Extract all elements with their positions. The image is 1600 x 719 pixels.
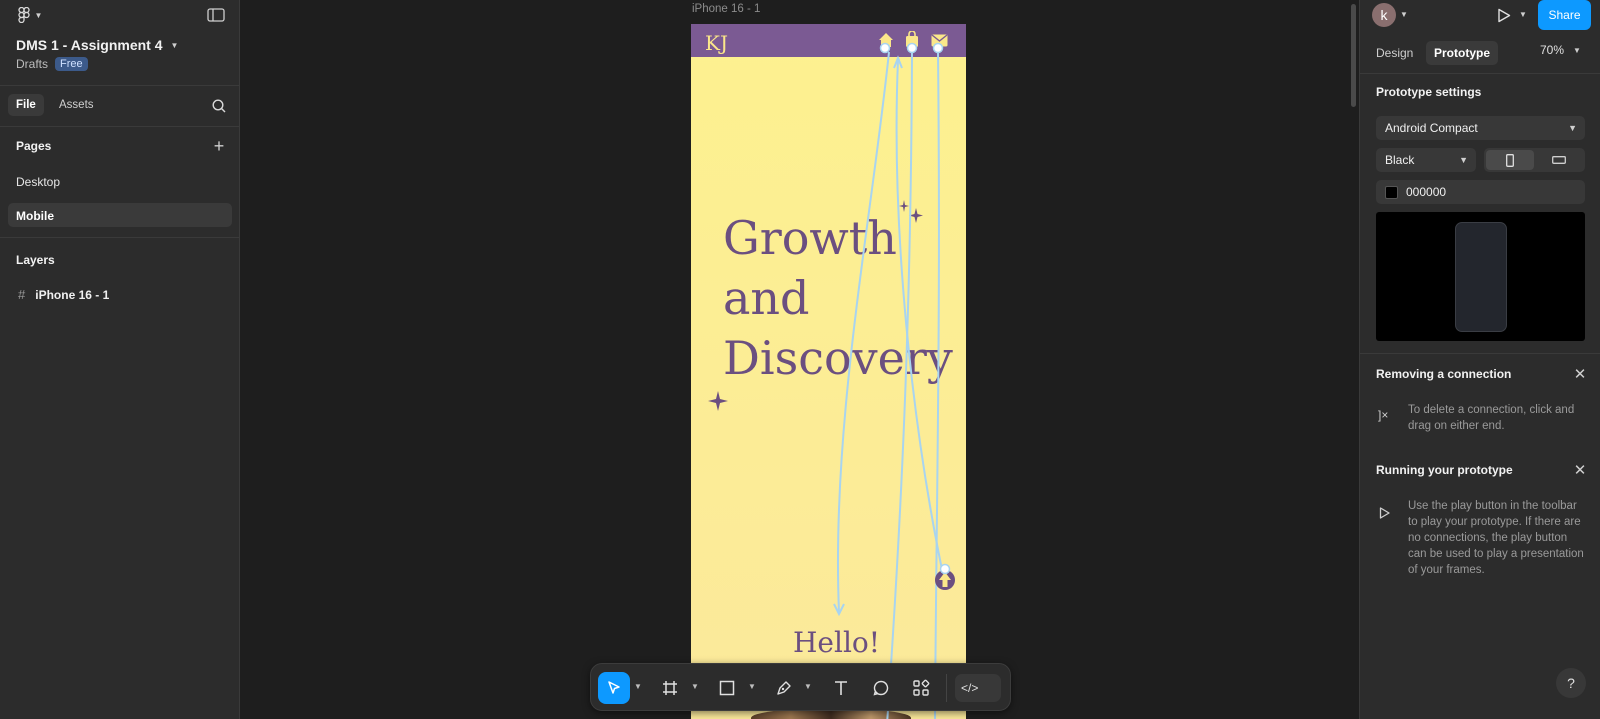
background-color-field[interactable]: 000000 bbox=[1376, 180, 1585, 204]
avatar[interactable]: k bbox=[1372, 3, 1396, 27]
search-icon bbox=[212, 99, 226, 113]
device-color-select[interactable]: Black ▼ bbox=[1376, 148, 1476, 172]
background-hex: 000000 bbox=[1406, 185, 1447, 199]
play-icon bbox=[1498, 8, 1511, 22]
close-tip-button[interactable]: ✕ bbox=[1572, 462, 1588, 479]
comment-tool-button[interactable] bbox=[865, 672, 897, 704]
sidebar-icon bbox=[207, 8, 225, 22]
shape-tool-button[interactable] bbox=[711, 672, 743, 704]
chevron-down-icon[interactable]: ▼ bbox=[748, 682, 756, 691]
bottom-toolbar: ▼ ▼ ▼ ▼ </> bbox=[590, 663, 1011, 711]
pen-tool-button[interactable] bbox=[768, 672, 800, 704]
project-title-button[interactable]: DMS 1 - Assignment 4 ▼ bbox=[16, 37, 178, 53]
tip-removing-connection-title: Removing a connection bbox=[1376, 367, 1512, 381]
tip-running-prototype-body: Use the play button in the toolbar to pl… bbox=[1408, 500, 1584, 576]
right-panel: k ▼ ▼ Share Design Prototype 70% ▼ Proto… bbox=[1359, 0, 1600, 719]
divider bbox=[1360, 73, 1600, 74]
tip-running-prototype-title: Running your prototype bbox=[1376, 463, 1513, 477]
left-panel: ▼ DMS 1 - Assignment 4 ▼ Drafts Free Fil… bbox=[0, 0, 240, 719]
rectangle-icon bbox=[719, 680, 735, 696]
chevron-down-icon: ▼ bbox=[1568, 123, 1577, 133]
landscape-icon bbox=[1552, 156, 1566, 164]
canvas[interactable]: iPhone 16 - 1 KJ Growth and Discovery He… bbox=[240, 0, 1359, 719]
close-icon: ✕ bbox=[1573, 462, 1587, 479]
orientation-toggle bbox=[1484, 148, 1585, 172]
device-preview bbox=[1376, 212, 1585, 341]
iphone-frame[interactable]: KJ Growth and Discovery Hello! bbox=[691, 24, 966, 719]
close-tip-button[interactable]: ✕ bbox=[1572, 366, 1588, 383]
device-select[interactable]: Android Compact ▼ bbox=[1376, 116, 1585, 140]
divider bbox=[946, 674, 947, 702]
layer-row[interactable]: # iPhone 16 - 1 bbox=[18, 287, 109, 302]
figma-logo-icon bbox=[17, 7, 30, 23]
pen-icon bbox=[777, 681, 791, 695]
tab-file[interactable]: File bbox=[8, 94, 44, 116]
prototype-connections[interactable] bbox=[691, 24, 966, 719]
text-tool-button[interactable] bbox=[825, 672, 857, 704]
color-swatch[interactable] bbox=[1385, 185, 1398, 199]
comment-icon bbox=[873, 680, 889, 696]
project-title: DMS 1 - Assignment 4 bbox=[16, 37, 163, 53]
search-button[interactable] bbox=[209, 96, 229, 116]
cursor-icon bbox=[608, 681, 620, 694]
frame-label[interactable]: iPhone 16 - 1 bbox=[692, 3, 760, 15]
zoom-dropdown[interactable]: 70% ▼ bbox=[1540, 43, 1581, 57]
plus-icon: + bbox=[213, 135, 225, 156]
drafts-link[interactable]: Drafts bbox=[16, 57, 48, 71]
frame-icon: # bbox=[18, 287, 26, 302]
phone-mockup bbox=[1455, 222, 1507, 332]
dev-mode-toggle[interactable]: </> bbox=[955, 674, 1001, 702]
page-item-desktop[interactable]: Desktop bbox=[16, 175, 60, 189]
frame-icon bbox=[663, 681, 677, 695]
move-tool-button[interactable] bbox=[598, 672, 630, 704]
help-button[interactable]: ? bbox=[1556, 668, 1586, 698]
portrait-button[interactable] bbox=[1486, 150, 1534, 170]
page-item-mobile[interactable]: Mobile bbox=[8, 203, 232, 227]
chevron-down-icon[interactable]: ▼ bbox=[804, 682, 812, 691]
chevron-down-icon[interactable]: ▼ bbox=[1519, 10, 1527, 19]
chevron-down-icon[interactable]: ▼ bbox=[1400, 10, 1408, 19]
zoom-level: 70% bbox=[1540, 43, 1565, 57]
chevron-down-icon: ▼ bbox=[34, 10, 43, 20]
landscape-button[interactable] bbox=[1535, 150, 1583, 170]
add-page-button[interactable]: + bbox=[209, 135, 229, 156]
chevron-down-icon: ▼ bbox=[170, 40, 179, 50]
frame-tool-button[interactable] bbox=[654, 672, 686, 704]
components-icon bbox=[913, 679, 930, 696]
code-icon: </> bbox=[961, 681, 979, 695]
share-button[interactable]: Share bbox=[1538, 0, 1591, 30]
divider bbox=[0, 126, 240, 127]
tab-prototype[interactable]: Prototype bbox=[1426, 41, 1499, 65]
chevron-down-icon[interactable]: ▼ bbox=[691, 682, 699, 691]
prototype-settings-heading: Prototype settings bbox=[1376, 85, 1482, 99]
figma-menu-button[interactable]: ▼ bbox=[14, 5, 46, 25]
close-icon: ✕ bbox=[1573, 366, 1587, 383]
divider bbox=[0, 85, 240, 86]
tab-design[interactable]: Design bbox=[1368, 41, 1421, 65]
divider bbox=[1360, 353, 1600, 354]
portrait-icon bbox=[1506, 153, 1514, 167]
play-icon bbox=[1379, 507, 1390, 522]
plan-badge: Free bbox=[55, 57, 88, 71]
present-button[interactable] bbox=[1494, 5, 1514, 25]
layer-name: iPhone 16 - 1 bbox=[35, 287, 110, 302]
disconnect-icon: ]× bbox=[1378, 408, 1389, 422]
divider bbox=[0, 237, 240, 238]
canvas-scrollbar[interactable] bbox=[1351, 4, 1356, 107]
pages-heading: Pages bbox=[16, 139, 52, 153]
device-value: Android Compact bbox=[1385, 121, 1478, 135]
toggle-sidebar-button[interactable] bbox=[205, 6, 227, 24]
device-color-value: Black bbox=[1385, 153, 1415, 167]
tab-assets[interactable]: Assets bbox=[51, 94, 102, 116]
chevron-down-icon: ▼ bbox=[1459, 155, 1468, 165]
chevron-down-icon: ▼ bbox=[1573, 45, 1581, 55]
tip-removing-connection-body: To delete a connection, click and drag o… bbox=[1408, 404, 1575, 432]
chevron-down-icon[interactable]: ▼ bbox=[634, 682, 642, 691]
actions-button[interactable] bbox=[905, 672, 937, 704]
layers-heading: Layers bbox=[16, 253, 55, 267]
text-icon bbox=[835, 681, 847, 695]
